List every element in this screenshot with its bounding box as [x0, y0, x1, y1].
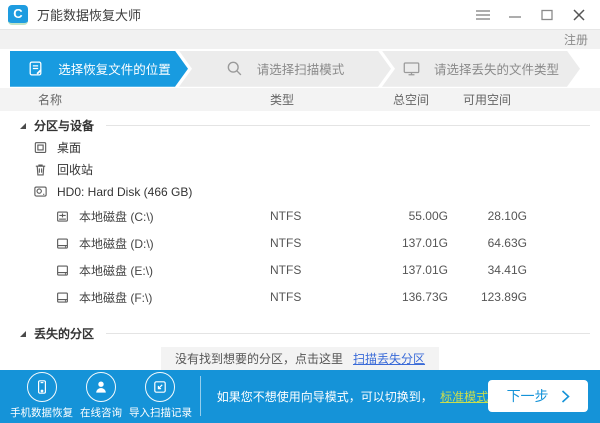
drive-row-d[interactable]: 本地磁盘 (D:\) NTFS 137.01G 64.63G: [0, 230, 600, 257]
expand-triangle-icon: [20, 122, 26, 129]
title-bar: C 万能数据恢复大师: [0, 0, 600, 30]
footer-bar: 手机数据恢复 在线咨询 导入扫描记录 如果您不想使用向导模式，可以切换到， 标准…: [0, 369, 600, 423]
search-icon: [226, 60, 243, 77]
tree-item-hd0[interactable]: HD0: Hard Disk (466 GB): [0, 181, 600, 203]
import-icon: [145, 372, 176, 403]
expand-triangle-icon: [20, 330, 26, 337]
footer-divider: [200, 376, 201, 417]
drive-row-f[interactable]: 本地磁盘 (F:\) NTFS 136.73G 123.89G: [0, 284, 600, 311]
hard-disk-icon: [33, 184, 48, 199]
import-scan-record-button[interactable]: 导入扫描记录: [129, 372, 192, 420]
column-header-name[interactable]: 名称: [0, 91, 253, 108]
lost-partition-notice: 没有找到想要的分区，点击这里 扫描丢失分区: [160, 346, 440, 370]
device-list: 分区与设备 桌面 回收站 HD0: Hard Disk (466 GB) 本地磁…: [0, 110, 600, 370]
chevron-right-icon: [561, 390, 570, 403]
step-select-location[interactable]: 选择恢复文件的位置: [10, 51, 188, 87]
app-logo-icon: C: [8, 4, 28, 25]
online-consult-button[interactable]: 在线咨询: [73, 372, 129, 420]
menu-icon[interactable]: [470, 4, 496, 26]
tree-item-desktop[interactable]: 桌面: [0, 137, 600, 159]
section-partitions-devices[interactable]: 分区与设备: [0, 115, 600, 137]
drive-icon: [55, 236, 70, 251]
drive-icon: [55, 263, 70, 278]
standard-mode-link[interactable]: 标准模式: [440, 390, 488, 404]
column-header-type[interactable]: 类型: [253, 91, 363, 108]
column-header-total[interactable]: 总空间: [363, 91, 448, 108]
system-drive-icon: [55, 209, 70, 224]
next-step-button[interactable]: 下一步: [488, 380, 588, 413]
wizard-steps: 选择恢复文件的位置 请选择扫描模式 请选择丢失的文件类型: [0, 49, 600, 89]
app-title: 万能数据恢复大师: [37, 8, 142, 24]
lost-partitions-section: 丢失的分区 没有找到想要的分区，点击这里 扫描丢失分区: [0, 311, 600, 370]
drive-row-c[interactable]: 本地磁盘 (C:\) NTFS 55.00G 28.10G: [0, 203, 600, 230]
step-file-type[interactable]: 请选择丢失的文件类型: [382, 51, 580, 87]
drive-row-e[interactable]: 本地磁盘 (E:\) NTFS 137.01G 34.41G: [0, 257, 600, 284]
close-icon[interactable]: [566, 4, 592, 26]
section-lost-partitions[interactable]: 丢失的分区: [0, 323, 600, 345]
monitor-icon: [403, 60, 420, 77]
step-label: 选择恢复文件的位置: [58, 63, 171, 78]
table-header: 名称 类型 总空间 可用空间: [0, 88, 600, 111]
drive-icon: [55, 290, 70, 305]
minimize-icon[interactable]: [502, 4, 528, 26]
step-scan-mode[interactable]: 请选择扫描模式: [179, 51, 391, 87]
scan-lost-partition-link[interactable]: 扫描丢失分区: [353, 350, 425, 367]
document-edit-icon: [27, 60, 44, 77]
register-link[interactable]: 注册: [564, 31, 588, 48]
phone-recovery-button[interactable]: 手机数据恢复: [10, 372, 73, 420]
register-strip: 注册: [0, 29, 600, 50]
step-label: 请选择丢失的文件类型: [433, 63, 559, 78]
tree-item-recycle-bin[interactable]: 回收站: [0, 159, 600, 181]
person-icon: [86, 372, 117, 403]
column-header-free[interactable]: 可用空间: [448, 91, 543, 108]
desktop-icon: [33, 140, 48, 155]
maximize-icon[interactable]: [534, 4, 560, 26]
phone-icon: [26, 372, 57, 403]
step-label: 请选择扫描模式: [256, 63, 345, 78]
recycle-bin-icon: [33, 162, 48, 177]
mode-hint-text: 如果您不想使用向导模式，可以切换到， 标准模式: [216, 389, 489, 404]
